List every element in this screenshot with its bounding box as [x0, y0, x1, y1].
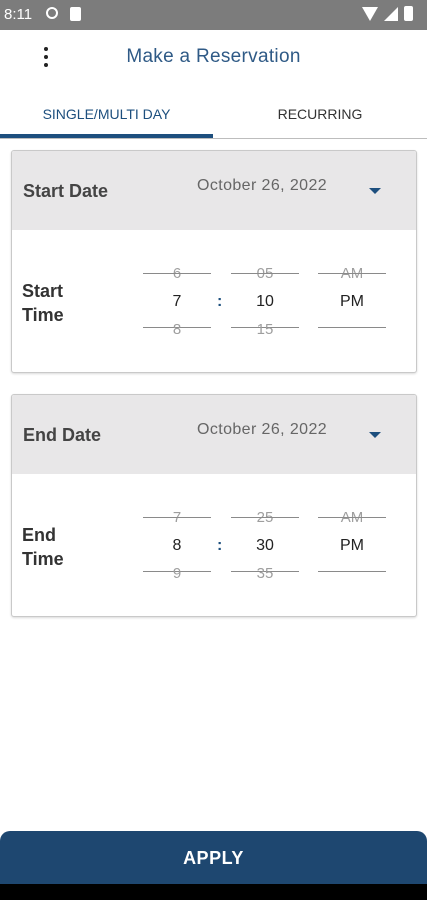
sd-card-icon	[70, 7, 81, 21]
dropdown-caret-icon	[369, 432, 381, 438]
picker-divider	[143, 517, 211, 518]
sync-icon	[46, 7, 58, 19]
page-title: Make a Reservation	[126, 46, 301, 67]
start-ampm-selected: PM	[340, 293, 364, 310]
end-minute-picker[interactable]: 25 30 35	[231, 505, 299, 585]
wifi-icon	[362, 6, 378, 21]
start-date-selector[interactable]: Start Date October 26, 2022	[12, 151, 416, 230]
end-time-label-line1: End	[22, 525, 56, 545]
picker-divider	[318, 571, 386, 572]
start-minute-picker[interactable]: 05 10 15	[231, 261, 299, 341]
picker-divider	[318, 327, 386, 328]
signal-icon	[384, 6, 398, 21]
start-time-label-line1: Start	[22, 281, 64, 301]
picker-next-value: 8	[172, 321, 182, 338]
app-bar: Make a Reservation	[0, 30, 427, 86]
end-hour-selected: 8	[172, 537, 182, 554]
picker-next-value: 15	[256, 321, 274, 338]
start-minute-selected: 10	[256, 293, 274, 310]
end-card: End Date October 26, 2022 End Time 7 8 9…	[11, 394, 417, 617]
end-ampm-picker[interactable]: AM PM	[318, 505, 386, 585]
picker-next-value: 35	[256, 565, 274, 582]
start-hour-picker[interactable]: 6 7 8	[143, 261, 211, 341]
time-separator: :	[217, 537, 223, 554]
end-ampm-selected: PM	[340, 537, 364, 554]
tab-single-multi-day[interactable]: SINGLE/MULTI DAY	[0, 92, 213, 136]
start-date-value: October 26, 2022	[197, 177, 328, 194]
tab-recurring[interactable]: RECURRING	[213, 92, 427, 136]
status-time: 8:11	[4, 6, 33, 23]
tab-indicator	[0, 134, 213, 138]
tab-bar: SINGLE/MULTI DAY RECURRING	[0, 92, 427, 139]
end-date-label: End Date	[23, 425, 102, 445]
end-time-label-line2: Time	[22, 549, 64, 569]
status-icons	[362, 6, 413, 21]
start-time-label-line2: Time	[22, 305, 64, 325]
picker-divider	[143, 273, 211, 274]
time-separator: :	[217, 293, 223, 310]
start-card: Start Date October 26, 2022 Start Time 6…	[11, 150, 417, 373]
picker-divider	[318, 273, 386, 274]
battery-icon	[404, 6, 413, 21]
start-ampm-picker[interactable]: AM PM	[318, 261, 386, 341]
end-date-selector[interactable]: End Date October 26, 2022	[12, 395, 416, 474]
dropdown-caret-icon	[369, 188, 381, 194]
end-minute-selected: 30	[256, 537, 274, 554]
start-hour-selected: 7	[172, 293, 182, 310]
picker-divider	[231, 273, 299, 274]
picker-next-value: 9	[172, 565, 182, 582]
picker-divider	[231, 517, 299, 518]
end-date-value: October 26, 2022	[197, 421, 328, 438]
status-bar: 8:11	[0, 0, 427, 30]
start-date-label: Start Date	[23, 181, 109, 201]
apply-button-label: APPLY	[183, 848, 244, 868]
start-time-label: Start Time	[22, 279, 64, 327]
end-hour-picker[interactable]: 7 8 9	[143, 505, 211, 585]
end-time-label: End Time	[22, 523, 64, 571]
picker-divider	[318, 517, 386, 518]
navigation-bar-edge	[0, 884, 427, 900]
